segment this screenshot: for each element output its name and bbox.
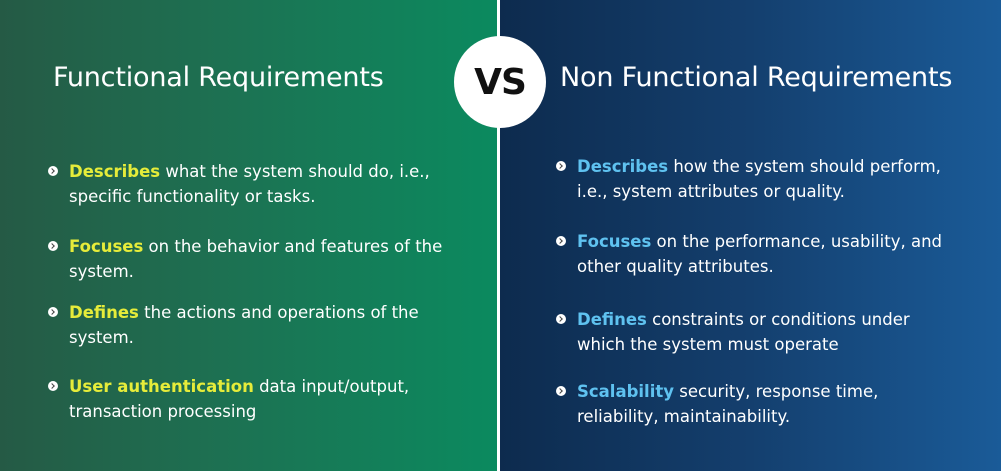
item-keyword: Defines <box>69 303 139 322</box>
non-functional-item-scalability: Scalability security, response time, rel… <box>556 379 956 429</box>
bullet-icon <box>556 161 566 171</box>
functional-item-user-authentication: User authentication data input/output, t… <box>48 374 448 424</box>
item-keyword: User authentication <box>69 377 254 396</box>
non-functional-title: Non Functional Requirements <box>560 62 953 93</box>
item-keyword: Focuses <box>69 237 144 256</box>
non-functional-item-defines: Defines constraints or conditions under … <box>556 307 956 357</box>
item-keyword: Describes <box>69 162 161 181</box>
non-functional-item-describes: Describes how the system should perform,… <box>556 154 956 204</box>
functional-item-defines: Defines the actions and operations of th… <box>48 300 448 350</box>
bullet-icon <box>556 314 566 324</box>
functional-item-describes: Describes what the system should do, i.e… <box>48 159 448 209</box>
bullet-icon <box>556 386 566 396</box>
item-keyword: Defines <box>577 310 647 329</box>
item-keyword: Focuses <box>577 232 652 251</box>
bullet-icon <box>556 236 566 246</box>
non-functional-item-focuses: Focuses on the performance, usability, a… <box>556 229 956 279</box>
bullet-icon <box>48 307 58 317</box>
bullet-icon <box>48 381 58 391</box>
comparison-infographic: Functional Requirements Non Functional R… <box>0 0 1001 471</box>
vs-badge: VS <box>454 36 546 128</box>
functional-title: Functional Requirements <box>53 62 384 93</box>
bullet-icon <box>48 166 58 176</box>
bullet-icon <box>48 241 58 251</box>
item-keyword: Describes <box>577 157 669 176</box>
vs-label: VS <box>474 61 527 103</box>
functional-item-focuses: Focuses on the behavior and features of … <box>48 234 448 284</box>
item-keyword: Scalability <box>577 382 675 401</box>
